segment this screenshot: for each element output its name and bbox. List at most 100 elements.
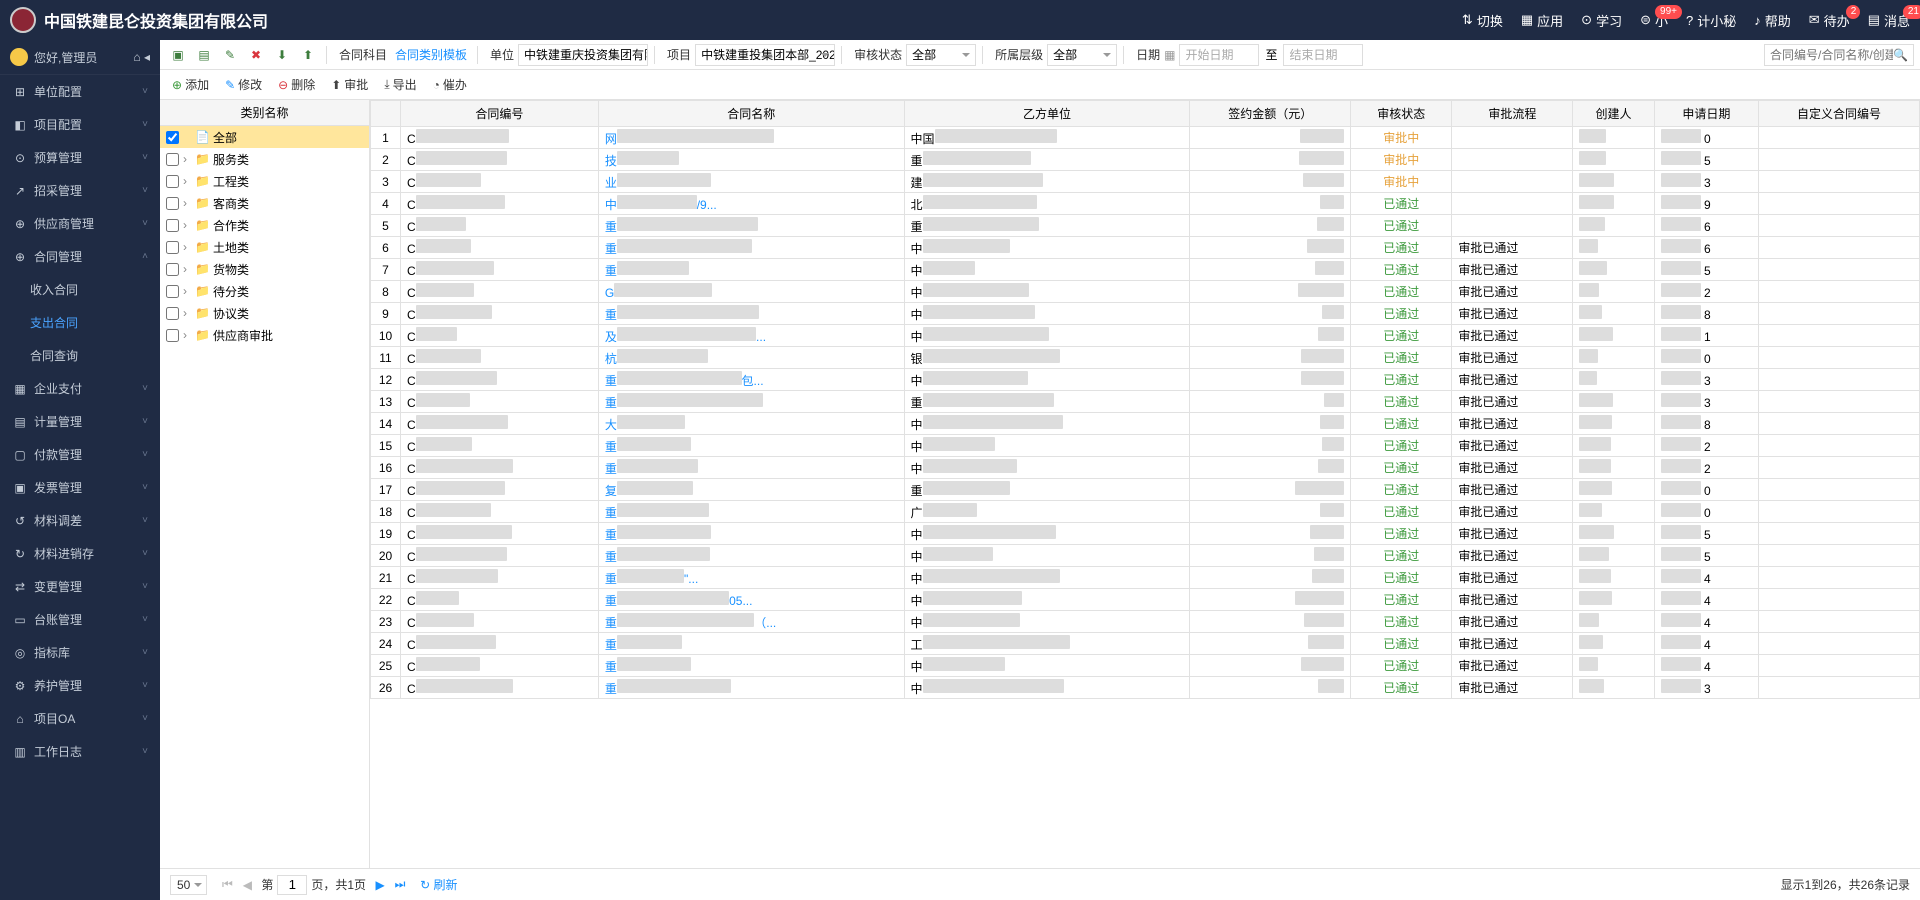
table-row[interactable]: 21C重"...中已通过审批已通过 4 (371, 567, 1920, 589)
expander-icon[interactable]: › (183, 328, 195, 342)
column-header[interactable]: 审核状态 (1351, 101, 1452, 127)
help-button[interactable]: ♪ 帮助 (1754, 11, 1791, 30)
table-row[interactable]: 13C重重已通过审批已通过 3 (371, 391, 1920, 413)
table-row[interactable]: 16C重中已通过审批已通过 2 (371, 457, 1920, 479)
expander-icon[interactable]: › (183, 262, 195, 276)
tree-row[interactable]: ›📁客商类 (160, 192, 369, 214)
column-header[interactable]: 审批流程 (1452, 101, 1573, 127)
page-size-select[interactable]: 50 (170, 875, 207, 895)
column-header[interactable]: 自定义合同编号 (1759, 101, 1920, 127)
sidebar-item[interactable]: ⊙预算管理˅ (0, 141, 160, 174)
expander-icon[interactable]: › (183, 152, 195, 166)
table-row[interactable]: 3C业建审批中 3 (371, 171, 1920, 193)
table-row[interactable]: 15C重中已通过审批已通过 2 (371, 435, 1920, 457)
tree-checkbox[interactable] (166, 153, 179, 166)
sidebar-item[interactable]: ⌂项目OA˅ (0, 702, 160, 735)
tree-row[interactable]: 📄全部 (160, 126, 369, 148)
sidebar-item[interactable]: ◧项目配置˅ (0, 108, 160, 141)
tree-checkbox[interactable] (166, 285, 179, 298)
sidebar-subitem[interactable]: 支出合同 (0, 306, 160, 339)
tree-row[interactable]: ›📁货物类 (160, 258, 369, 280)
sidebar-subitem[interactable]: 收入合同 (0, 273, 160, 306)
tree-row[interactable]: ›📁待分类 (160, 280, 369, 302)
page-input[interactable] (277, 875, 307, 895)
sidebar-item[interactable]: ⊞单位配置˅ (0, 75, 160, 108)
table-row[interactable]: 4C中/9...北已通过 9 (371, 193, 1920, 215)
unit-select[interactable]: 中铁建重庆投资集团有限 (518, 44, 648, 66)
study-button[interactable]: ⊙ 学习 (1581, 11, 1622, 30)
sidebar-item[interactable]: ↺材料调差˅ (0, 504, 160, 537)
message-button[interactable]: ▤ 消息21 (1868, 11, 1910, 30)
contract-name[interactable]: 网 (598, 127, 904, 149)
tree-checkbox[interactable] (166, 241, 179, 254)
contract-name[interactable]: G (598, 281, 904, 303)
table-row[interactable]: 12C重包...中已通过审批已通过 3 (371, 369, 1920, 391)
table-row[interactable]: 19C重中已通过审批已通过 5 (371, 523, 1920, 545)
sidebar-item[interactable]: ⇄变更管理˅ (0, 570, 160, 603)
column-header[interactable]: 合同名称 (598, 101, 904, 127)
sidebar-item[interactable]: ⚙养护管理˅ (0, 669, 160, 702)
contract-name[interactable]: 重 (598, 435, 904, 457)
contract-name[interactable]: 重"... (598, 567, 904, 589)
table-row[interactable]: 11C杭银已通过审批已通过 0 (371, 347, 1920, 369)
apps-button[interactable]: ▦ 应用 (1521, 11, 1563, 30)
contract-name[interactable]: 重 (598, 237, 904, 259)
home-icon[interactable]: ⌂ ◂ (133, 50, 150, 64)
table-row[interactable]: 6C重中已通过审批已通过 6 (371, 237, 1920, 259)
search-box[interactable]: 🔍 (1764, 44, 1914, 66)
table-row[interactable]: 2C技重审批中 5 (371, 149, 1920, 171)
expander-icon[interactable]: › (183, 218, 195, 232)
expander-icon[interactable]: › (183, 306, 195, 320)
tree-row[interactable]: ›📁合作类 (160, 214, 369, 236)
todo-button[interactable]: ✉ 待办2 (1809, 11, 1850, 30)
tree-checkbox[interactable] (166, 175, 179, 188)
contract-name[interactable]: 重 (598, 523, 904, 545)
first-page-button[interactable]: ⏮ (217, 877, 237, 892)
bot-button[interactable]: ? 计小秘 (1686, 11, 1736, 30)
prev-page-button[interactable]: ◀ (237, 878, 257, 892)
tree-row[interactable]: ›📁土地类 (160, 236, 369, 258)
sidebar-item[interactable]: ▦企业支付˅ (0, 372, 160, 405)
table-panel[interactable]: 合同编号合同名称乙方单位签约金额（元）审核状态审批流程创建人申请日期自定义合同编… (370, 100, 1920, 868)
table-row[interactable]: 24C重工已通过审批已通过 4 (371, 633, 1920, 655)
tree-checkbox[interactable] (166, 329, 179, 342)
contract-name[interactable]: 重05... (598, 589, 904, 611)
search-input[interactable] (1770, 48, 1893, 62)
sidebar-item[interactable]: ↗招采管理˅ (0, 174, 160, 207)
xiao-button[interactable]: ⊜ 小99+ (1640, 11, 1668, 30)
contract-name[interactable]: 重 (598, 655, 904, 677)
switch-button[interactable]: ⇅ 切换 (1462, 11, 1503, 30)
tree-row[interactable]: ›📁协议类 (160, 302, 369, 324)
sidebar-item[interactable]: ↻材料进销存˅ (0, 537, 160, 570)
edit-button[interactable]: ✎修改 (219, 73, 268, 96)
last-page-button[interactable]: ⏭ (390, 877, 410, 892)
contract-name[interactable]: 重 (598, 215, 904, 237)
table-row[interactable]: 1C网中国审批中 0 (371, 127, 1920, 149)
tree-row[interactable]: ›📁供应商审批 (160, 324, 369, 346)
subject-tab[interactable]: 合同类别模板 (391, 46, 471, 63)
tree-checkbox[interactable] (166, 197, 179, 210)
add-button[interactable]: ⊕添加 (166, 73, 215, 96)
contract-name[interactable]: 中/9... (598, 193, 904, 215)
tree-row[interactable]: ›📁工程类 (160, 170, 369, 192)
sidebar-item[interactable]: ⊕合同管理˄ (0, 240, 160, 273)
contract-name[interactable]: 及... (598, 325, 904, 347)
expander-icon[interactable]: › (183, 196, 195, 210)
delete-button[interactable]: ⊖删除 (272, 73, 321, 96)
table-row[interactable]: 8CG中已通过审批已通过 2 (371, 281, 1920, 303)
contract-name[interactable]: 重包... (598, 369, 904, 391)
sidebar-item[interactable]: ▣发票管理˅ (0, 471, 160, 504)
approve-button[interactable]: ⬆审批 (325, 73, 374, 96)
contract-name[interactable]: 重（... (598, 611, 904, 633)
table-row[interactable]: 14C大中已通过审批已通过 8 (371, 413, 1920, 435)
sidebar-item[interactable]: ▢付款管理˅ (0, 438, 160, 471)
table-row[interactable]: 18C重广已通过审批已通过 0 (371, 501, 1920, 523)
contract-name[interactable]: 杭 (598, 347, 904, 369)
table-row[interactable]: 25C重中已通过审批已通过 4 (371, 655, 1920, 677)
column-header[interactable] (371, 101, 401, 127)
import-icon[interactable]: ⬇ (270, 44, 294, 66)
table-row[interactable]: 7C重中已通过审批已通过 5 (371, 259, 1920, 281)
export-icon[interactable]: ⬆ (296, 44, 320, 66)
table-row[interactable]: 10C及...中已通过审批已通过 1 (371, 325, 1920, 347)
contract-name[interactable]: 重 (598, 457, 904, 479)
